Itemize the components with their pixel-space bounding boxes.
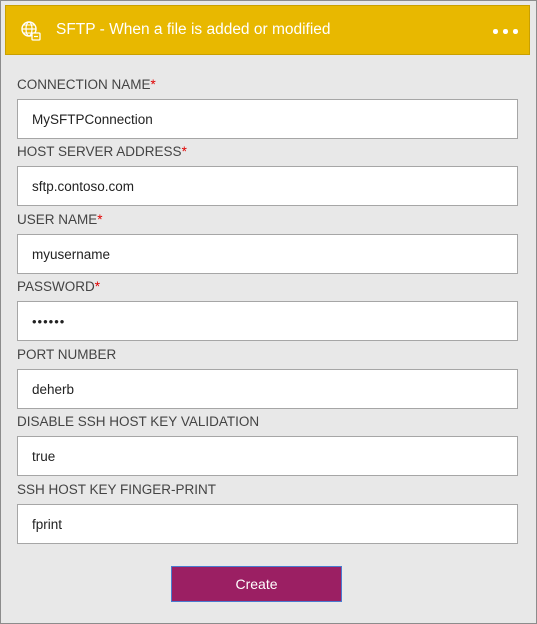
password-label: PASSWORD* [17,279,101,294]
port-number-field[interactable] [17,369,518,409]
connection-name-field[interactable] [17,99,518,139]
port-number-label: PORT NUMBER [17,347,117,362]
more-options-icon[interactable] [493,29,519,35]
create-button[interactable]: Create [171,566,342,602]
sftp-connection-card: SFTP - When a file is added or modified … [0,0,537,624]
password-field[interactable] [17,301,518,341]
card-header: SFTP - When a file is added or modified [5,5,530,55]
card-title: SFTP - When a file is added or modified [56,21,331,38]
user-name-field[interactable] [17,234,518,274]
required-marker: * [97,212,103,227]
disable-ssh-validation-label: DISABLE SSH HOST KEY VALIDATION [17,414,260,429]
disable-ssh-validation-field[interactable] [17,436,518,476]
user-name-label: USER NAME* [17,212,103,227]
sftp-globe-icon [21,21,41,41]
ssh-fingerprint-field[interactable] [17,504,518,544]
required-marker: * [150,77,156,92]
host-server-address-field[interactable] [17,166,518,206]
required-marker: * [94,279,101,294]
host-server-address-label: HOST SERVER ADDRESS* [17,144,187,159]
connection-name-label: CONNECTION NAME* [17,77,156,92]
ssh-fingerprint-label: SSH HOST KEY FINGER-PRINT [17,482,217,497]
required-marker: * [181,144,187,159]
